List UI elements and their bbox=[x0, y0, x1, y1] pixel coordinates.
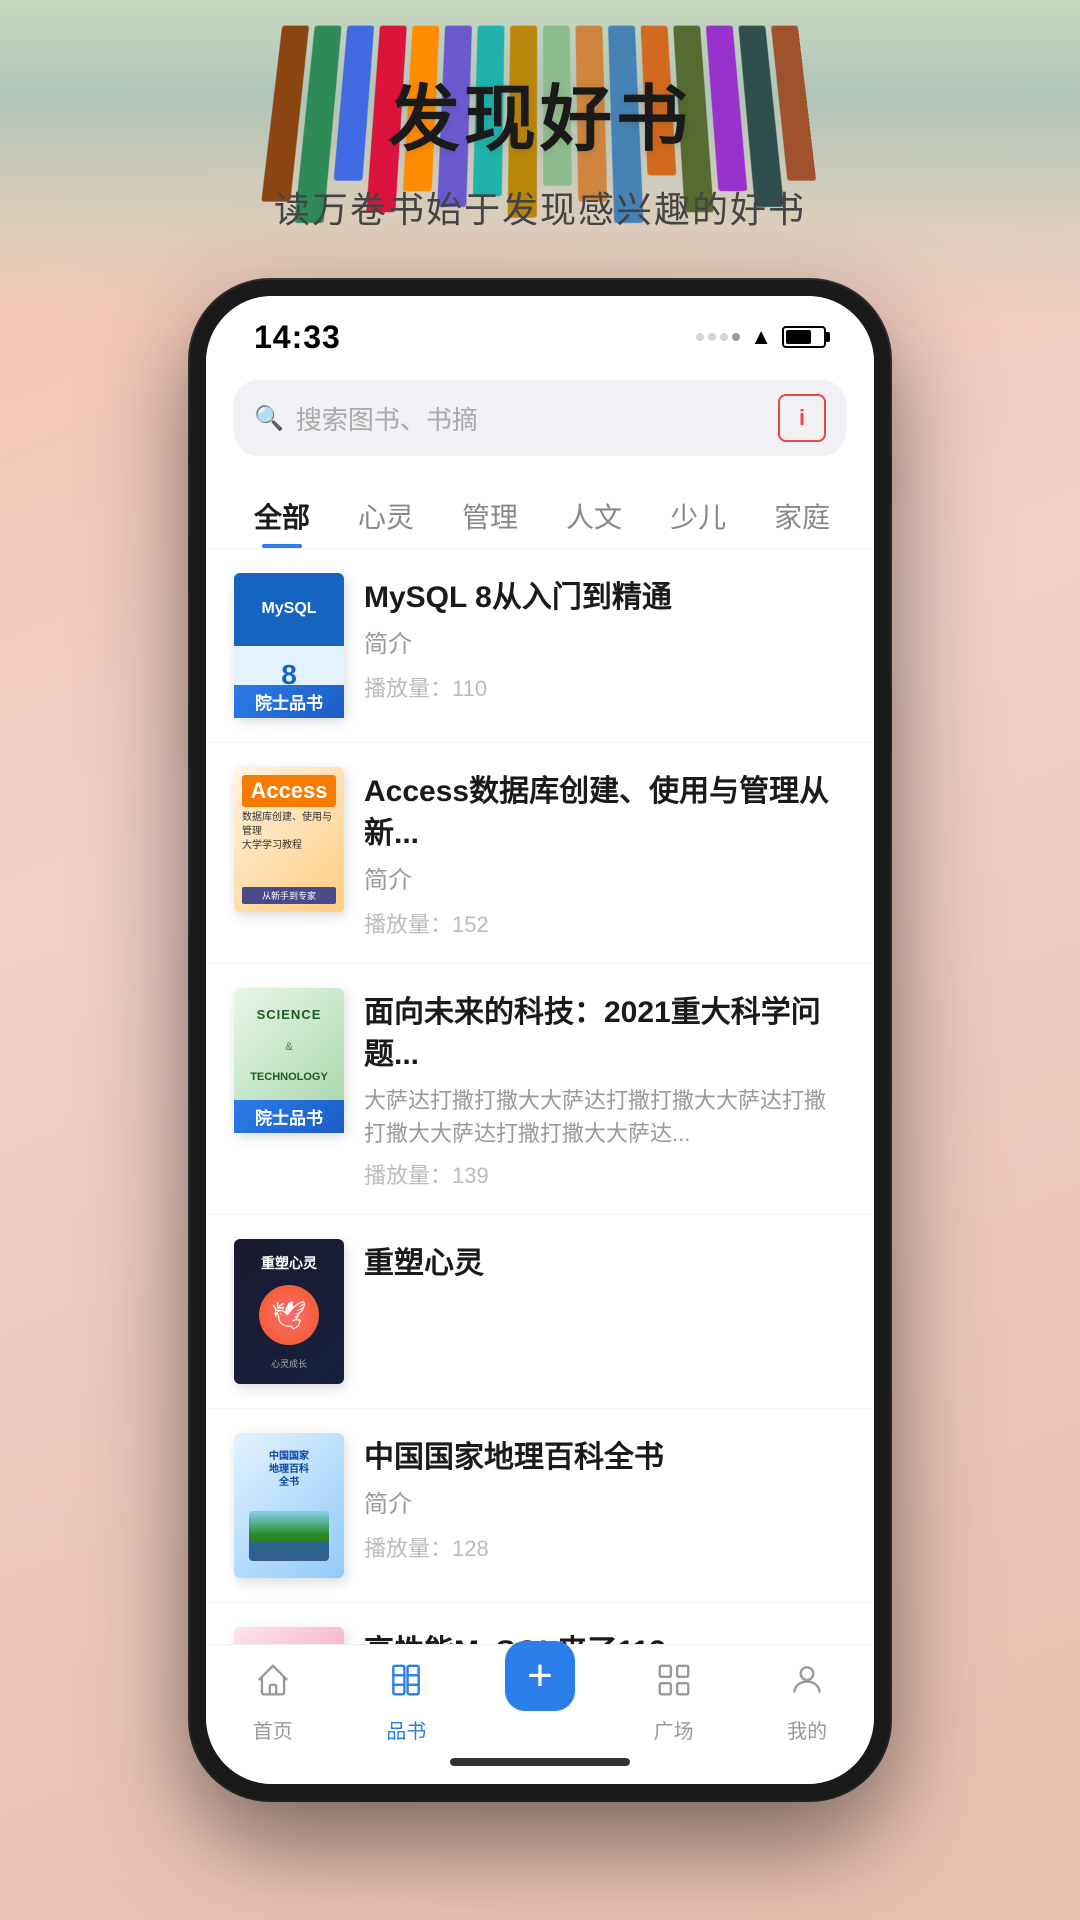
book-title: Access数据库创建、使用与管理从新... bbox=[364, 771, 846, 855]
nav-item-books[interactable]: 品书 bbox=[340, 1661, 474, 1744]
search-section: 🔍 搜索图书、书摘 i bbox=[206, 368, 874, 472]
book-cover-wrap: SCIENCE & TECHNOLOGY 面向未来的科技 院士品书 bbox=[234, 988, 344, 1133]
book-info: MySQL 8从入门到精通 简介 播放量：110 bbox=[364, 573, 846, 703]
home-indicator bbox=[450, 1758, 630, 1766]
badge-academician: 院士品书 bbox=[234, 685, 344, 718]
book-desc: 简介 bbox=[364, 863, 846, 899]
book-cover: 重塑心灵 🕊 心灵成长 bbox=[234, 1239, 344, 1384]
tab-mind[interactable]: 心灵 bbox=[338, 484, 434, 548]
signal-icon bbox=[696, 333, 740, 341]
nav-label-mine: 我的 bbox=[787, 1715, 827, 1744]
book-info: 中国国家地理百科全书 简介 播放量：128 bbox=[364, 1433, 846, 1563]
list-item[interactable]: 重塑心灵 🕊 心灵成长 重塑心灵 bbox=[206, 1215, 874, 1409]
wifi-icon: ▲ bbox=[750, 324, 772, 350]
hero-subtitle: 读万卷书始于发现感兴趣的好书 bbox=[0, 181, 1080, 233]
nav-label-home: 首页 bbox=[253, 1715, 293, 1744]
tab-startup[interactable]: 创业 bbox=[858, 484, 874, 548]
book-cover: Access 数据库创建、使用与管理大学学习教程 从新手到专家 bbox=[234, 767, 344, 912]
hero-section: 发现好书 读万卷书始于发现感兴趣的好书 bbox=[0, 60, 1080, 233]
status-bar: 14:33 ▲ bbox=[206, 296, 874, 368]
book-cover: 中国国家地理百科全书 bbox=[234, 1433, 344, 1578]
book-title: 中国国家地理百科全书 bbox=[364, 1437, 846, 1479]
nav-item-plaza[interactable]: 广场 bbox=[607, 1661, 741, 1744]
book-desc: 简介 bbox=[364, 627, 846, 663]
nav-label-plaza: 广场 bbox=[654, 1715, 694, 1744]
status-icons: ▲ bbox=[696, 324, 826, 350]
book-title: MySQL 8从入门到精通 bbox=[364, 577, 846, 619]
book-plays: 播放量：128 bbox=[364, 1531, 846, 1563]
tab-family[interactable]: 家庭 bbox=[754, 484, 850, 548]
tab-children[interactable]: 少儿 bbox=[650, 484, 746, 548]
home-icon bbox=[254, 1661, 292, 1709]
hero-title: 发现好书 bbox=[0, 60, 1080, 165]
category-tabs: 全部 心灵 管理 人文 少儿 家庭 创业 bbox=[206, 472, 874, 549]
list-item[interactable]: SCIENCE & TECHNOLOGY 面向未来的科技 院士品书 面向未来的科… bbox=[206, 964, 874, 1215]
tab-humanities[interactable]: 人文 bbox=[546, 484, 642, 548]
plaza-icon bbox=[655, 1661, 693, 1709]
nav-item-add[interactable]: + bbox=[473, 1661, 607, 1711]
book-info: Access数据库创建、使用与管理从新... 简介 播放量：152 bbox=[364, 767, 846, 939]
scan-icon[interactable]: i bbox=[778, 394, 826, 442]
list-item[interactable]: 中国国家地理百科全书 中国国家地理百科全书 简介 播放量：128 bbox=[206, 1409, 874, 1603]
nav-item-mine[interactable]: 我的 bbox=[740, 1661, 874, 1744]
book-cover-wrap: 重塑心灵 🕊 心灵成长 bbox=[234, 1239, 344, 1384]
book-info: 重塑心灵 bbox=[364, 1239, 846, 1293]
tab-all[interactable]: 全部 bbox=[234, 484, 330, 548]
book-plays: 播放量：152 bbox=[364, 907, 846, 939]
badge-academician: 院士品书 bbox=[234, 1100, 344, 1133]
book-info: 面向未来的科技：2021重大科学问题... 大萨达打撒打撒大大萨达打撒打撒大大萨… bbox=[364, 988, 846, 1190]
book-cover-wrap: Access 数据库创建、使用与管理大学学习教程 从新手到专家 bbox=[234, 767, 344, 912]
book-desc: 大萨达打撒打撒大大萨达打撒打撒大大萨达打撒打撒大大萨达打撒打撒大大萨达... bbox=[364, 1084, 846, 1150]
book-title: 重塑心灵 bbox=[364, 1243, 846, 1285]
books-icon bbox=[387, 1661, 425, 1709]
book-plays: 播放量：110 bbox=[364, 671, 846, 703]
battery-icon bbox=[782, 326, 826, 348]
nav-item-home[interactable]: 首页 bbox=[206, 1661, 340, 1744]
list-item[interactable]: MySQL 8 从入门到精通 院士品书 MySQL 8从入门到精通 简介 播放量 bbox=[206, 549, 874, 743]
add-button[interactable]: + bbox=[505, 1641, 575, 1711]
search-icon: 🔍 bbox=[254, 404, 284, 433]
status-time: 14:33 bbox=[254, 319, 341, 356]
nav-label-books: 品书 bbox=[386, 1715, 426, 1744]
search-input[interactable]: 搜索图书、书摘 bbox=[296, 400, 766, 437]
phone-screen: 14:33 ▲ � bbox=[206, 296, 874, 1784]
mine-icon bbox=[788, 1661, 826, 1709]
book-plays: 播放量：139 bbox=[364, 1158, 846, 1190]
search-bar[interactable]: 🔍 搜索图书、书摘 i bbox=[234, 380, 846, 456]
phone-shell: 14:33 ▲ � bbox=[190, 280, 890, 1800]
book-desc: 简介 bbox=[364, 1487, 846, 1523]
book-list: MySQL 8 从入门到精通 院士品书 MySQL 8从入门到精通 简介 播放量 bbox=[206, 549, 874, 1663]
book-title: 面向未来的科技：2021重大科学问题... bbox=[364, 992, 846, 1076]
book-cover-wrap: 中国国家地理百科全书 bbox=[234, 1433, 344, 1578]
phone-wrapper: 14:33 ▲ � bbox=[190, 280, 890, 1800]
book-cover-wrap: MySQL 8 从入门到精通 院士品书 bbox=[234, 573, 344, 718]
tab-manage[interactable]: 管理 bbox=[442, 484, 538, 548]
list-item[interactable]: Access 数据库创建、使用与管理大学学习教程 从新手到专家 Access数据… bbox=[206, 743, 874, 964]
